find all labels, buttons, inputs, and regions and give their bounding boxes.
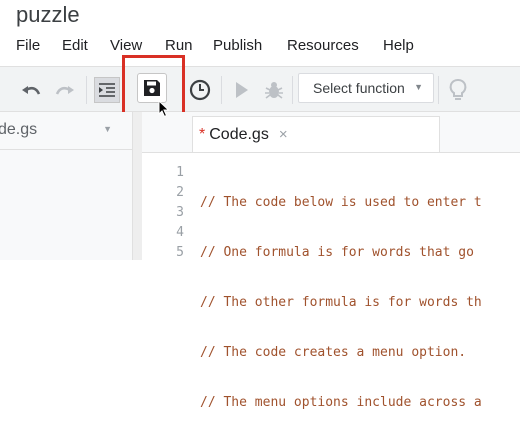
run-icon[interactable] — [232, 67, 252, 113]
line-number: 4 — [176, 225, 184, 240]
undo-icon[interactable] — [18, 67, 44, 113]
menu-file[interactable]: File — [16, 37, 40, 54]
select-function-label: Select function — [313, 80, 405, 96]
mouse-cursor-icon — [158, 99, 170, 123]
toolbar — [0, 66, 520, 112]
menu-publish[interactable]: Publish — [213, 37, 262, 54]
line-number: 2 — [176, 185, 184, 200]
code-lines[interactable]: // The code below is used to enter t // … — [200, 163, 482, 443]
chevron-down-icon: ▼ — [103, 124, 112, 134]
menu-resources[interactable]: Resources — [287, 37, 359, 54]
menu-edit[interactable]: Edit — [62, 37, 88, 54]
menu-bar: File Edit View Run Publish Resources Hel… — [0, 34, 520, 58]
menu-view[interactable]: View — [110, 37, 142, 54]
code-line: // The code below is used to enter t — [200, 195, 482, 210]
tab-code-gs[interactable]: * Code.gs × — [192, 116, 440, 152]
code-line: // One formula is for words that go — [200, 245, 482, 260]
code-line: // The menu options include across a — [200, 395, 482, 410]
tab-bar: * Code.gs × — [142, 112, 520, 152]
redo-icon[interactable] — [52, 67, 78, 113]
lightbulb-icon[interactable] — [446, 67, 470, 113]
code-editor[interactable]: 1 2 3 4 5 // The code below is used to e… — [142, 152, 520, 410]
app-title: puzzle — [16, 2, 80, 27]
tab-label: Code.gs — [209, 125, 269, 143]
line-numbers: 1 2 3 4 5 — [142, 163, 184, 263]
save-icon — [144, 80, 160, 96]
line-number: 3 — [176, 205, 184, 220]
clock-icon[interactable] — [187, 67, 213, 113]
line-number: 5 — [176, 245, 184, 260]
toolbar-divider — [438, 76, 439, 104]
close-icon[interactable]: × — [279, 126, 288, 143]
code-line: // The other formula is for words th — [200, 295, 482, 310]
chevron-down-icon: ▼ — [414, 82, 423, 92]
panel-divider[interactable] — [133, 112, 142, 260]
file-dropdown-label: de.gs — [0, 121, 38, 138]
file-dropdown[interactable]: de.gs ▼ — [0, 112, 132, 150]
modified-indicator: * — [199, 125, 206, 143]
code-line: // The code creates a menu option. — [200, 345, 467, 360]
menu-help[interactable]: Help — [383, 37, 414, 54]
toolbar-divider — [292, 76, 293, 104]
menu-run[interactable]: Run — [165, 37, 193, 54]
select-function-dropdown[interactable]: Select function ▼ — [298, 73, 434, 103]
debug-icon[interactable] — [262, 67, 286, 113]
save-button[interactable] — [137, 73, 167, 103]
indent-icon[interactable] — [92, 67, 122, 113]
file-panel: de.gs ▼ — [0, 112, 133, 260]
toolbar-divider — [221, 76, 222, 104]
toolbar-divider — [86, 76, 87, 104]
line-number: 1 — [176, 165, 184, 180]
